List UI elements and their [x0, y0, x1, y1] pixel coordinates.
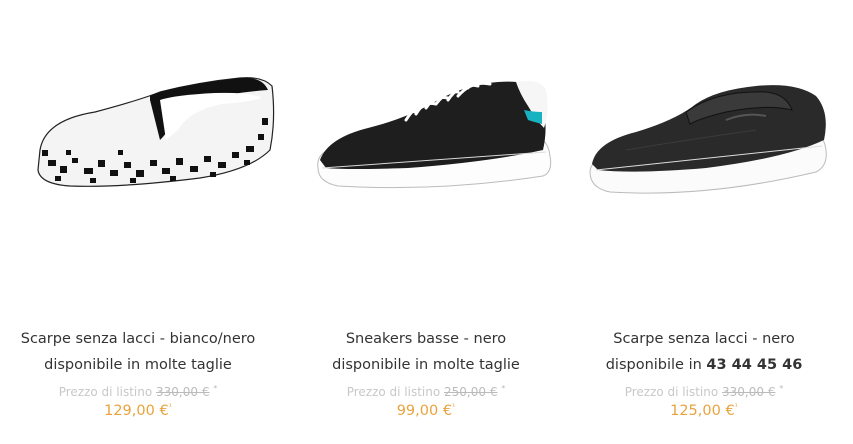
product-card[interactable]: Sneakers basse - nero disponibile in mol…	[288, 0, 564, 444]
product-grid: Scarpe senza lacci - bianco/nero disponi…	[0, 0, 853, 444]
sale-price-value: 125,00 €	[670, 402, 735, 419]
sale-price-note: ¹	[734, 402, 738, 411]
product-image[interactable]	[0, 0, 276, 300]
sale-price-note: ¹	[452, 402, 456, 411]
list-price-note: *	[779, 384, 784, 393]
sale-price: 129,00 €¹	[0, 397, 276, 419]
list-price-line: Prezzo di listino 330,00 € *	[566, 381, 842, 399]
product-name[interactable]: Scarpe senza lacci - bianco/nero	[0, 326, 276, 352]
available-sizes: 43 44 45 46	[706, 357, 803, 373]
availability-text: disponibile in 43 44 45 46	[566, 352, 842, 378]
product-card[interactable]: Scarpe senza lacci - bianco/nero disponi…	[0, 0, 276, 444]
sale-price-value: 99,00 €	[396, 402, 453, 419]
availability-text: disponibile in molte taglie	[288, 352, 564, 378]
product-info: Scarpe senza lacci - bianco/nero disponi…	[0, 326, 276, 419]
availability-prefix: disponibile in	[605, 357, 702, 373]
list-price-line: Prezzo di listino 330,00 € *	[0, 381, 276, 399]
list-price-line: Prezzo di listino 250,00 € *	[288, 381, 564, 399]
product-info: Scarpe senza lacci - nero disponibile in…	[566, 326, 842, 419]
product-name[interactable]: Sneakers basse - nero	[288, 326, 564, 352]
product-card[interactable]: Scarpe senza lacci - nero disponibile in…	[566, 0, 842, 444]
sale-price: 125,00 €¹	[566, 397, 842, 419]
product-info: Sneakers basse - nero disponibile in mol…	[288, 326, 564, 419]
sale-price-note: ¹	[168, 402, 172, 411]
sale-price: 99,00 €¹	[288, 397, 564, 419]
product-image[interactable]	[288, 0, 564, 300]
availability-prefix: disponibile in molte taglie	[332, 357, 520, 373]
availability-prefix: disponibile in molte taglie	[44, 357, 232, 373]
list-price-note: *	[213, 384, 218, 393]
availability-text: disponibile in molte taglie	[0, 352, 276, 378]
list-price-note: *	[501, 384, 506, 393]
sale-price-value: 129,00 €	[104, 402, 169, 419]
product-image[interactable]	[566, 0, 842, 300]
product-name[interactable]: Scarpe senza lacci - nero	[566, 326, 842, 352]
